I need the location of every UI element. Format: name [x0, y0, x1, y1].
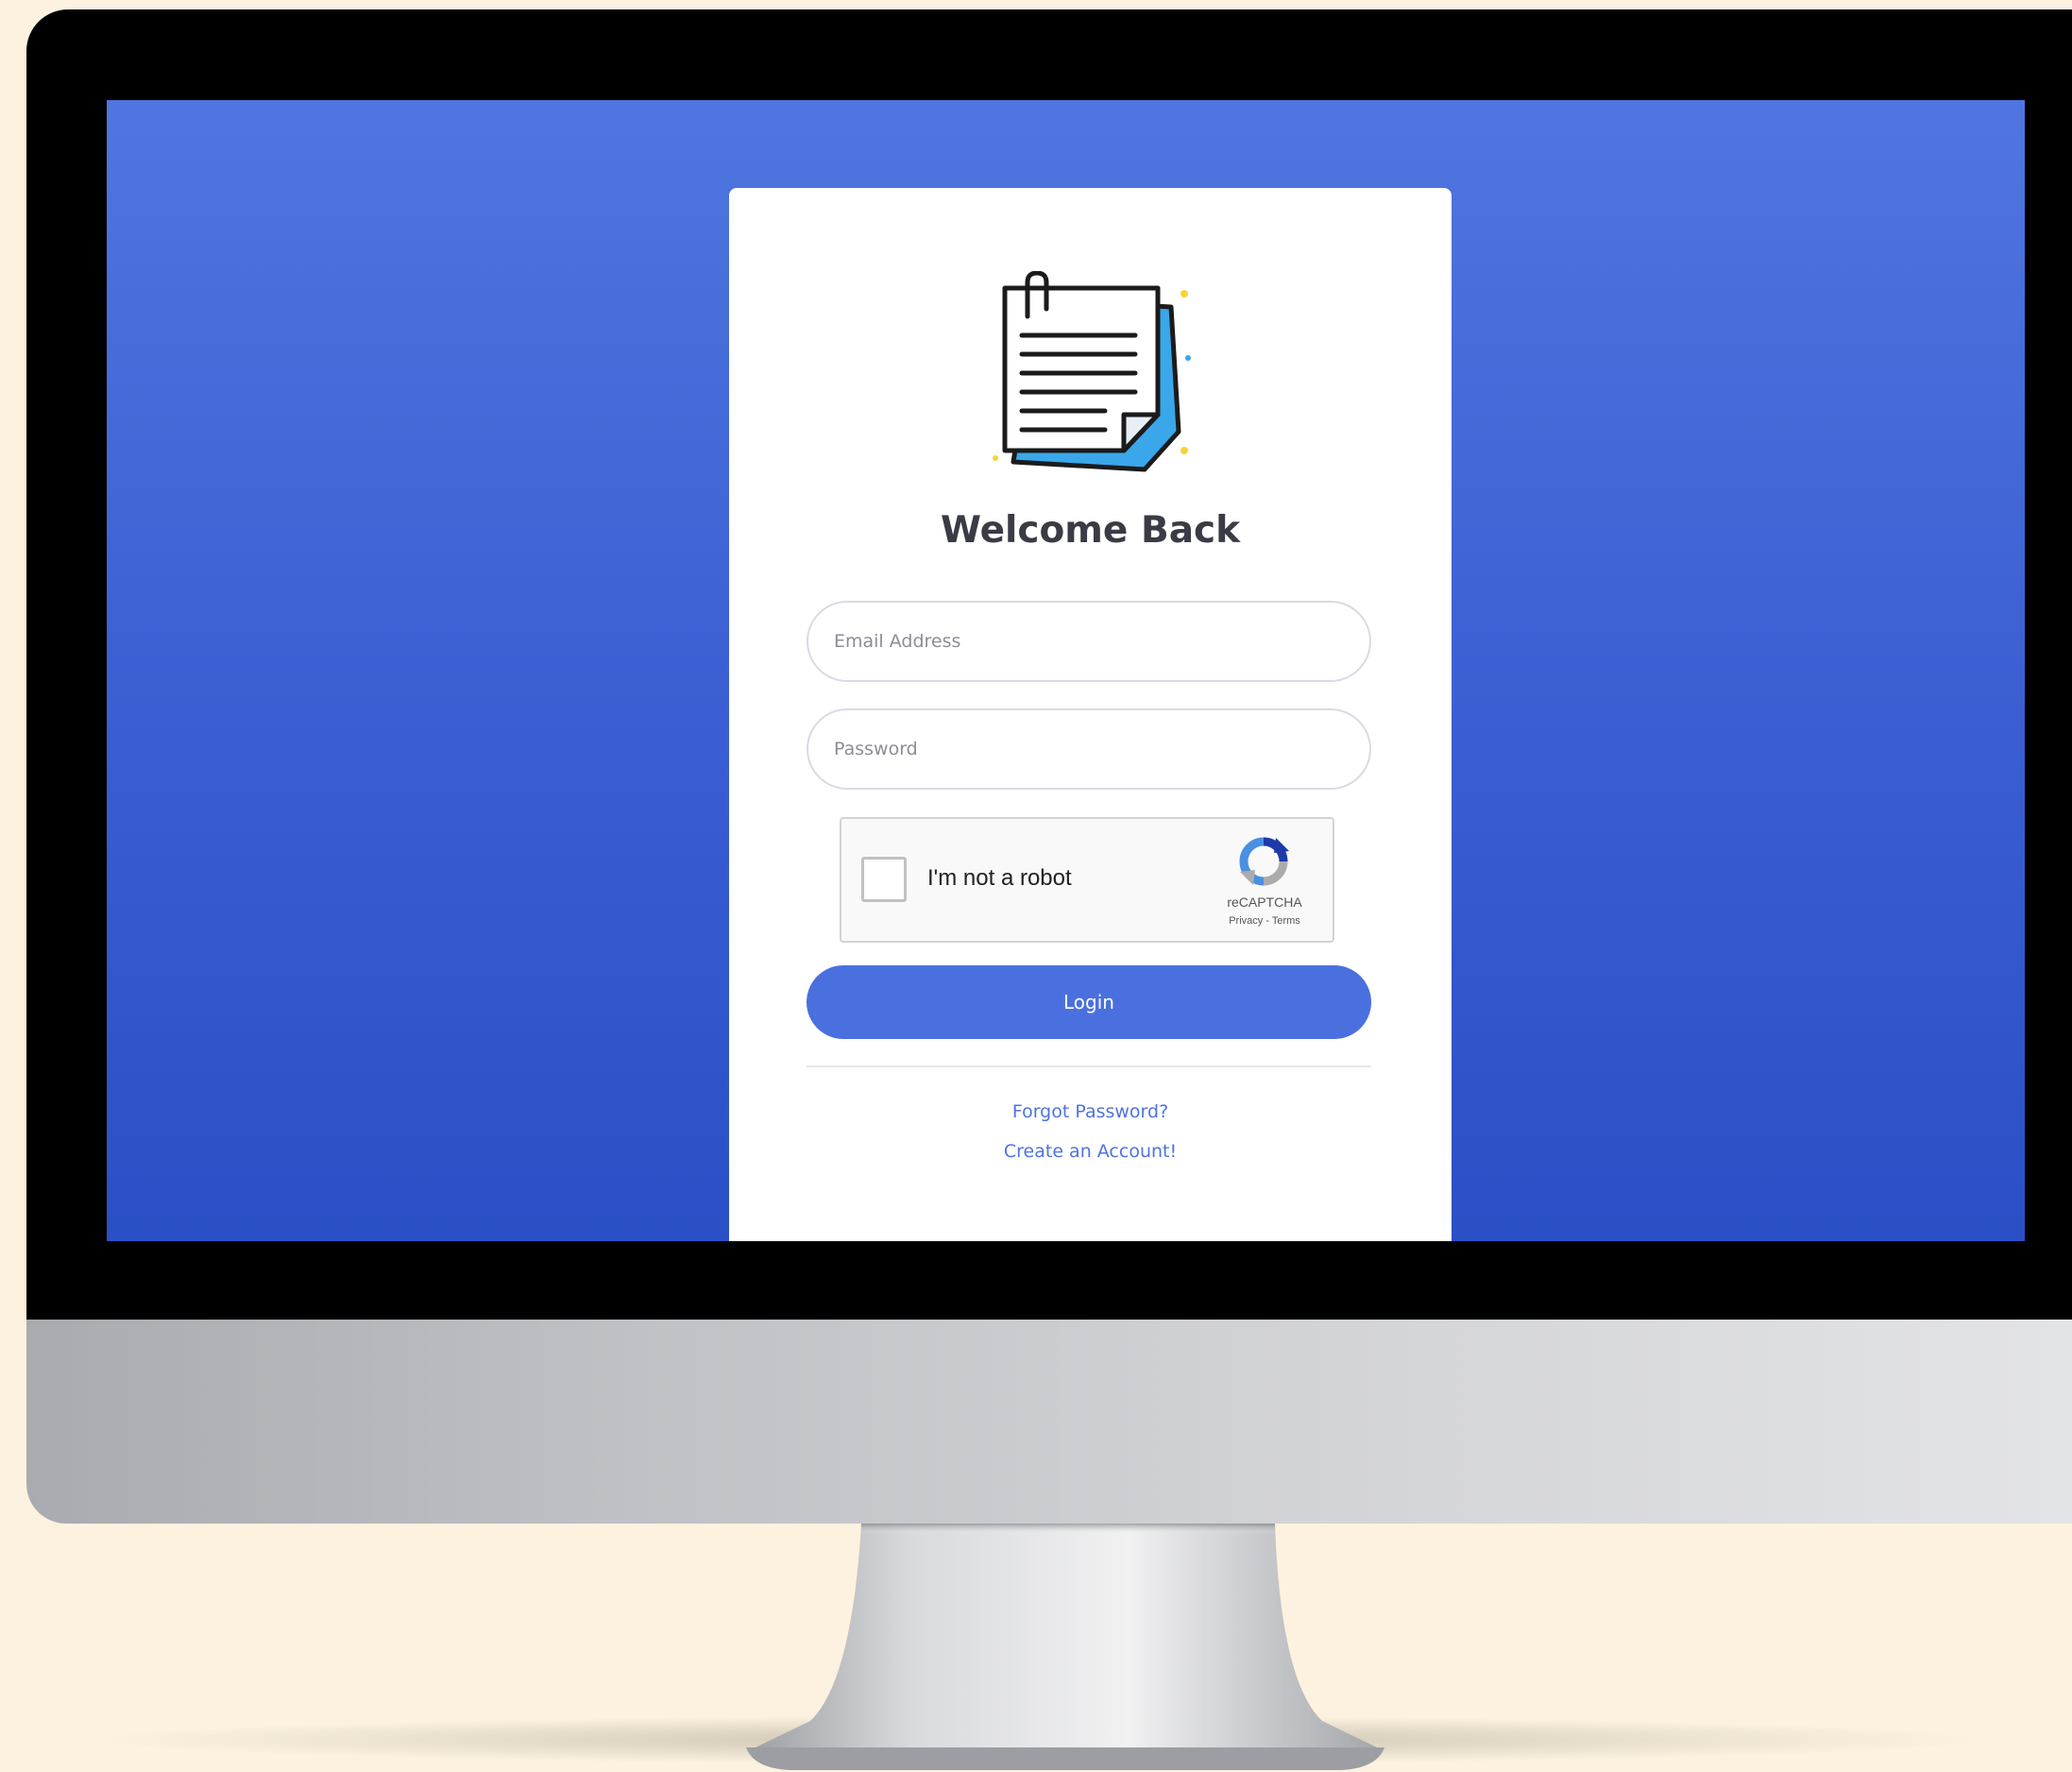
divider	[807, 1065, 1371, 1067]
email-field[interactable]	[807, 601, 1371, 682]
scene: Welcome Back I'm not a robot reCAPTCHA P…	[0, 0, 2072, 1772]
recaptcha-brand: reCAPTCHA	[1227, 895, 1302, 910]
login-card: Welcome Back I'm not a robot reCAPTCHA P…	[729, 188, 1452, 1241]
forgot-password-link[interactable]: Forgot Password?	[729, 1101, 1452, 1122]
create-account-link[interactable]: Create an Account!	[729, 1141, 1452, 1162]
monitor-chin	[26, 1320, 2072, 1524]
recaptcha-privacy-terms[interactable]: Privacy - Terms	[1208, 915, 1321, 927]
screen: Welcome Back I'm not a robot reCAPTCHA P…	[107, 100, 2025, 1241]
recaptcha-label: I'm not a robot	[927, 865, 1072, 891]
recaptcha-widget: I'm not a robot reCAPTCHA Privacy - Term…	[840, 817, 1334, 943]
page-title: Welcome Back	[940, 509, 1241, 552]
notepad-document-icon	[993, 271, 1191, 472]
recaptcha-checkbox[interactable]	[861, 857, 907, 902]
password-field[interactable]	[807, 708, 1371, 790]
login-button[interactable]: Login	[807, 965, 1371, 1039]
recaptcha-icon	[1239, 837, 1289, 886]
